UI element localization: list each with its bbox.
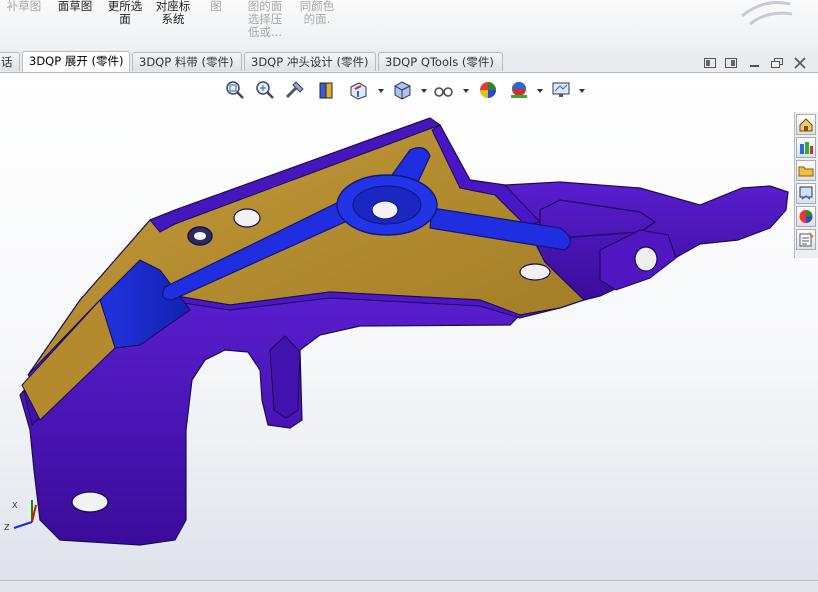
close-icon[interactable] bbox=[793, 57, 807, 69]
view-orientation-icon[interactable] bbox=[347, 79, 369, 101]
ribbon: 补草图 面草图 更所选 面 对座标 系统 图 图的面 选择压 低或... 同颜色… bbox=[0, 0, 818, 51]
model-tabs-bar bbox=[0, 580, 818, 592]
task-pane-appearances[interactable] bbox=[796, 206, 816, 227]
tab-partial[interactable]: 话 bbox=[0, 52, 20, 71]
top-hole-1 bbox=[233, 208, 261, 228]
bottom-hole bbox=[71, 491, 109, 513]
hide-show-icon[interactable] bbox=[432, 79, 454, 101]
task-pane-home[interactable] bbox=[796, 114, 816, 135]
restore-icon[interactable] bbox=[770, 57, 784, 69]
appearances-icon bbox=[799, 210, 813, 223]
view-settings-dropdown[interactable] bbox=[579, 89, 585, 93]
tab-3dqp-punch-design[interactable]: 3DQP 冲头设计 (零件) bbox=[244, 52, 376, 71]
minimize-icon[interactable] bbox=[748, 57, 762, 69]
center-hole bbox=[371, 200, 399, 220]
display-style-icon[interactable] bbox=[391, 79, 413, 101]
document-tab-bar: 话 3DQP 展开 (零件) 3DQP 料带 (零件) 3DQP 冲头设计 (零… bbox=[0, 50, 818, 73]
triad-z-label: Z bbox=[4, 523, 10, 532]
tile-vertical-icon[interactable] bbox=[724, 57, 738, 69]
section-view-icon[interactable] bbox=[316, 79, 338, 101]
design-library-icon bbox=[800, 142, 813, 154]
home-icon bbox=[799, 118, 813, 132]
zoom-to-fit-icon[interactable] bbox=[224, 79, 246, 101]
task-pane-view-palette[interactable] bbox=[796, 183, 816, 204]
solidworks-logo-icon bbox=[741, 1, 793, 26]
ribbon-item-face-sketch[interactable]: 面草图 bbox=[54, 0, 96, 13]
custom-properties-icon bbox=[799, 232, 814, 247]
ribbon-item-view[interactable]: 图 bbox=[205, 0, 227, 13]
tab-3dqp-strip[interactable]: 3DQP 料带 (零件) bbox=[132, 52, 242, 71]
ribbon-item-change-selected-face[interactable]: 更所选 面 bbox=[104, 0, 146, 26]
sheet-metal-part-model[interactable] bbox=[0, 73, 818, 580]
graphics-area[interactable]: X Z bbox=[0, 73, 818, 580]
file-explorer-icon bbox=[798, 166, 814, 177]
edit-appearance-icon[interactable] bbox=[477, 79, 499, 101]
tab-3dqp-qtools[interactable]: 3DQP QTools (零件) bbox=[378, 52, 503, 71]
ribbon-item-coordinate-system[interactable]: 对座标 系统 bbox=[152, 0, 194, 26]
tile-horizontal-icon[interactable] bbox=[703, 57, 717, 69]
ribbon-item-same-color-faces[interactable]: 同颜色 的面. bbox=[296, 0, 338, 26]
tab-hole bbox=[634, 246, 658, 272]
task-pane-file-explorer[interactable] bbox=[796, 160, 816, 181]
top-hole-3 bbox=[519, 263, 551, 281]
ribbon-item-select-press-faces[interactable]: 图的面 选择压 低或... bbox=[244, 0, 286, 39]
ribbon-item-sketch[interactable]: 补草图 bbox=[4, 0, 44, 13]
triad-x-label: X bbox=[12, 501, 18, 510]
task-pane-design-library[interactable] bbox=[796, 137, 816, 158]
view-palette-icon bbox=[799, 186, 813, 200]
zoom-area-icon[interactable] bbox=[254, 79, 276, 101]
display-style-dropdown[interactable] bbox=[421, 89, 427, 93]
hide-show-dropdown[interactable] bbox=[463, 89, 469, 93]
task-pane-custom-properties[interactable] bbox=[796, 229, 816, 250]
apply-scene-dropdown[interactable] bbox=[537, 89, 543, 93]
view-settings-icon[interactable] bbox=[550, 79, 572, 101]
apply-scene-icon[interactable] bbox=[508, 79, 530, 101]
tab-3dqp-unfold[interactable]: 3DQP 展开 (零件) bbox=[22, 51, 130, 72]
previous-view-icon[interactable] bbox=[284, 79, 306, 101]
view-orientation-dropdown[interactable] bbox=[378, 89, 384, 93]
